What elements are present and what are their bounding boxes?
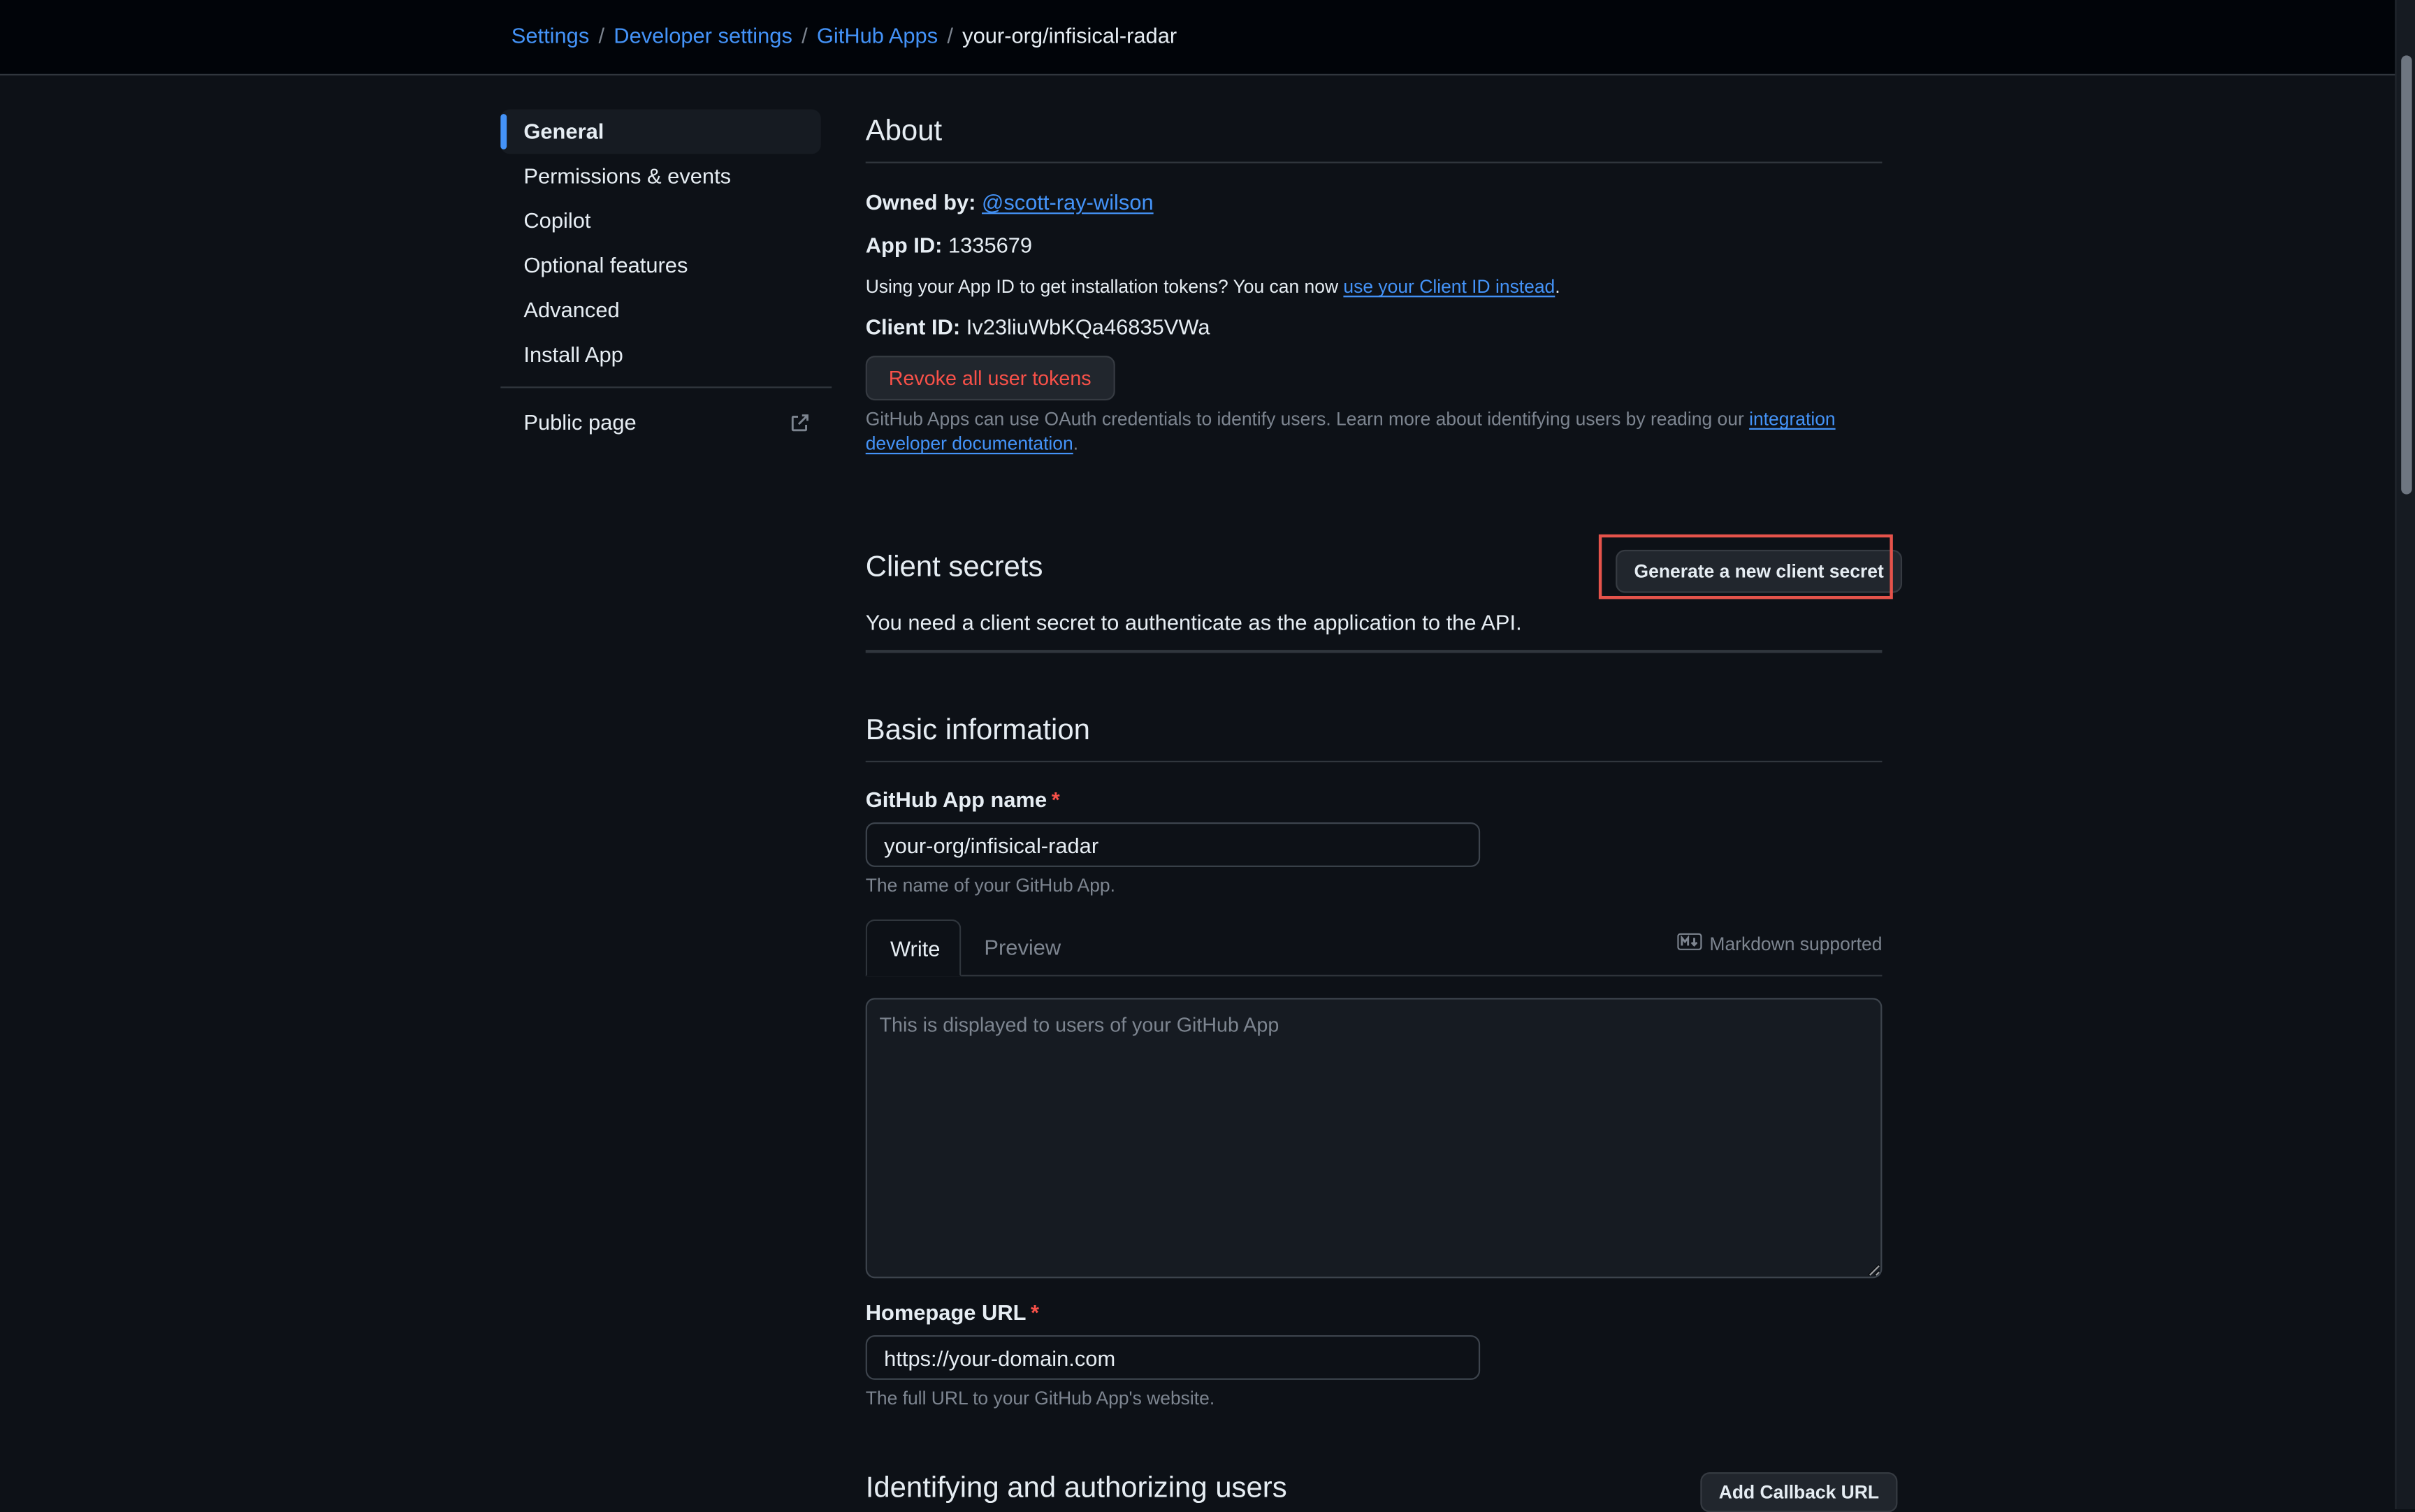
tab-write[interactable]: Write: [865, 919, 962, 977]
section-divider: [865, 760, 1883, 763]
description-tabs: Write Preview Markdown supported: [865, 919, 1883, 977]
app-id-note-suffix: .: [1555, 275, 1560, 298]
owner-link[interactable]: @scott-ray-wilson: [982, 189, 1154, 214]
identifying-users-heading: Identifying and authorizing users: [865, 1472, 1287, 1505]
sidebar-item-public-page[interactable]: Public page: [500, 400, 832, 445]
app-id-row: App ID: 1335679: [866, 233, 1032, 257]
app-id-note: Using your App ID to get installation to…: [866, 276, 1560, 298]
tab-preview[interactable]: Preview: [961, 919, 1084, 975]
sidebar-item-optional-features[interactable]: Optional features: [500, 243, 832, 288]
sidebar-item-label: Public page: [523, 409, 637, 435]
scrollbar-thumb[interactable]: [2401, 55, 2412, 495]
app-name-label: GitHub App name: [865, 787, 1047, 812]
breadcrumb-developer-settings[interactable]: Developer settings: [614, 23, 792, 48]
top-bar: Settings / Developer settings / GitHub A…: [0, 0, 2395, 76]
about-heading: About: [865, 115, 943, 148]
client-id-value: Iv23liuWbKQa46835VWa: [966, 314, 1210, 339]
required-mark: *: [1031, 1300, 1040, 1325]
client-secrets-heading: Client secrets: [865, 551, 1043, 584]
add-callback-url-button[interactable]: Add Callback URL: [1700, 1472, 1898, 1512]
sidebar-item-copilot[interactable]: Copilot: [500, 198, 832, 243]
breadcrumb-separator: /: [947, 23, 953, 48]
oauth-note-text: GitHub Apps can use OAuth credentials to…: [865, 408, 1750, 430]
client-secrets-description: You need a client secret to authenticate…: [865, 609, 1522, 635]
highlight-annotation: [1598, 534, 1893, 599]
markdown-hint: Markdown supported: [1677, 933, 1882, 955]
breadcrumb-settings[interactable]: Settings: [512, 23, 590, 48]
client-id-label: Client ID:: [865, 314, 961, 339]
page: Settings / Developer settings / GitHub A…: [0, 0, 2415, 1512]
description-textarea[interactable]: [865, 998, 1883, 1279]
app-name-help: The name of your GitHub App.: [865, 874, 1115, 896]
breadcrumb: Settings / Developer settings / GitHub A…: [512, 23, 1177, 48]
app-id-value: 1335679: [948, 232, 1033, 258]
app-name-input[interactable]: [865, 822, 1481, 867]
required-mark: *: [1051, 787, 1060, 812]
sidebar-divider: [500, 386, 832, 388]
oauth-note: GitHub Apps can use OAuth credentials to…: [866, 407, 1883, 456]
section-divider: [865, 161, 1883, 163]
basic-information-heading: Basic information: [865, 714, 1090, 747]
sidebar-item-permissions-events[interactable]: Permissions & events: [500, 154, 832, 198]
client-id-row: Client ID: Iv23liuWbKQa46835VWa: [866, 314, 1210, 339]
breadcrumb-github-apps[interactable]: GitHub Apps: [817, 23, 938, 48]
app-name-label-row: GitHub App name *: [866, 787, 1060, 811]
sidebar-item-general[interactable]: General: [500, 109, 821, 154]
revoke-user-tokens-button[interactable]: Revoke all user tokens: [865, 356, 1115, 401]
oauth-note-suffix: .: [1073, 432, 1079, 455]
app-id-note-text: Using your App ID to get installation to…: [865, 275, 1344, 298]
link-external-icon: [788, 412, 810, 434]
sidebar-item-install-app[interactable]: Install App: [500, 333, 832, 377]
homepage-url-help: The full URL to your GitHub App's websit…: [865, 1387, 1215, 1409]
breadcrumb-separator: /: [802, 23, 808, 48]
breadcrumb-current: your-org/infisical-radar: [962, 23, 1177, 48]
owned-by-label: Owned by:: [865, 189, 976, 215]
homepage-url-label: Homepage URL: [865, 1300, 1027, 1325]
page-scrollbar[interactable]: [2395, 0, 2415, 1510]
app-id-label: App ID:: [865, 232, 943, 258]
owned-by-row: Owned by: @scott-ray-wilson: [866, 189, 1154, 214]
markdown-hint-text: Markdown supported: [1709, 933, 1883, 955]
breadcrumb-separator: /: [598, 23, 605, 48]
use-client-id-link[interactable]: use your Client ID instead: [1343, 276, 1555, 298]
homepage-label-row: Homepage URL *: [866, 1300, 1039, 1324]
section-divider: [865, 650, 1883, 653]
homepage-url-input[interactable]: [865, 1335, 1481, 1380]
sidebar-item-advanced[interactable]: Advanced: [500, 288, 832, 333]
markdown-icon: [1677, 933, 1702, 955]
settings-sidebar: General Permissions & events Copilot Opt…: [500, 109, 832, 444]
